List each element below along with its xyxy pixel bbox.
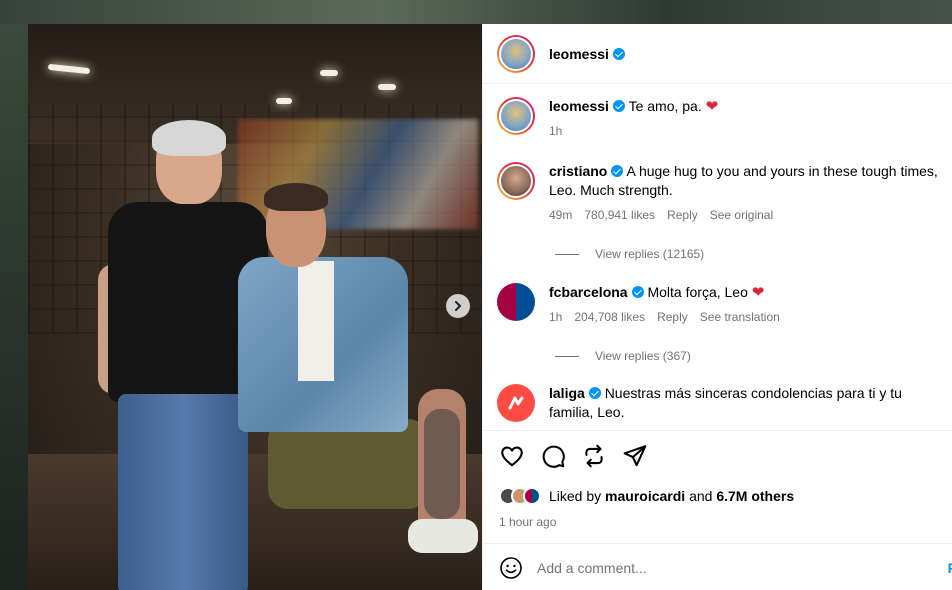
comment-reply-button[interactable]: Reply <box>667 206 698 225</box>
comment-time: 1h <box>549 310 563 324</box>
red-heart-icon: ❤ <box>751 284 765 301</box>
caption-username[interactable]: leomessi <box>549 98 625 114</box>
caption-text: Te amo, pa. <box>628 98 702 114</box>
photo-lamp <box>378 84 396 90</box>
comment-avatar[interactable] <box>497 283 535 321</box>
caption-time: 1h <box>549 124 563 138</box>
comment-avatar[interactable] <box>497 384 535 422</box>
photo-lamp <box>320 70 338 76</box>
likes-summary: Liked by mauroicardi and 6.7M others <box>499 487 794 505</box>
laliga-logo-icon <box>508 396 524 410</box>
replies-divider <box>555 355 579 357</box>
comment-icon <box>542 445 565 468</box>
carousel-next-button[interactable] <box>446 294 470 318</box>
comment-item: cristiano A huge hug to you and yours in… <box>497 162 949 225</box>
comment-item: laliga Nuestras más sinceras condolencia… <box>497 384 949 422</box>
comment-input[interactable] <box>537 559 917 576</box>
view-replies-button[interactable]: View replies (367) <box>555 349 691 363</box>
comment-text: Molta força, Leo <box>647 284 748 300</box>
comment-composer: P <box>483 543 952 590</box>
comment-username[interactable]: laliga <box>549 385 601 401</box>
comment-reply-button[interactable]: Reply <box>657 308 688 327</box>
photo-person-messi <box>238 179 482 590</box>
likes-prefix: Liked by <box>549 488 602 504</box>
caption-avatar[interactable] <box>497 97 535 135</box>
view-replies-label: View replies (12165) <box>595 247 705 261</box>
comments-list: leomessi Te amo, pa. ❤ 1h cristiano A hu… <box>483 85 952 430</box>
caption-item: leomessi Te amo, pa. ❤ 1h <box>497 97 949 141</box>
likes-conj: and <box>689 488 713 504</box>
author-username[interactable]: leomessi <box>549 46 625 62</box>
like-button[interactable] <box>499 443 525 469</box>
comment-text: Nuestras más sinceras condolencias para … <box>549 385 902 420</box>
emoji-icon <box>500 556 522 579</box>
post-comment-button[interactable]: P <box>948 560 952 576</box>
share-icon <box>623 445 647 467</box>
red-heart-icon: ❤ <box>705 98 719 115</box>
view-replies-button[interactable]: View replies (12165) <box>555 247 704 261</box>
verified-icon <box>612 47 625 60</box>
comment-avatar[interactable] <box>497 162 535 200</box>
comment-username[interactable]: fcbarcelona <box>549 284 644 300</box>
comment-button[interactable] <box>540 443 566 469</box>
comment-likes[interactable]: 204,708 likes <box>574 308 645 327</box>
heart-icon <box>501 446 523 467</box>
verified-icon <box>612 100 625 112</box>
comment-likes[interactable]: 780,941 likes <box>584 206 655 225</box>
replies-divider <box>555 253 579 255</box>
repost-icon <box>585 444 603 468</box>
post-time: 1 hour ago <box>499 515 557 529</box>
comment-username[interactable]: cristiano <box>549 163 624 179</box>
backdrop-top-strip <box>0 0 952 24</box>
verified-icon <box>611 165 624 177</box>
repost-button[interactable] <box>581 443 607 469</box>
verified-icon <box>588 387 601 399</box>
author-avatar[interactable] <box>497 34 535 73</box>
emoji-button[interactable] <box>499 556 523 580</box>
likes-others[interactable]: 6.7M others <box>716 488 794 504</box>
photo-lamp <box>276 98 292 104</box>
comment-item: fcbarcelona Molta força, Leo ❤ 1h 204,70… <box>497 283 949 327</box>
share-button[interactable] <box>622 443 648 469</box>
comment-time: 49m <box>549 208 573 222</box>
see-translation-button[interactable]: See translation <box>700 308 780 327</box>
liker-avatar <box>523 487 541 505</box>
view-replies-label: View replies (367) <box>595 349 691 363</box>
post-actions: Liked by mauroicardi and 6.7M others 1 h… <box>483 430 952 590</box>
verified-icon <box>631 286 644 298</box>
backdrop-left-strip <box>0 24 28 590</box>
post-photo[interactable] <box>28 24 482 590</box>
chevron-right-icon <box>455 301 462 311</box>
post-header: leomessi <box>483 24 952 84</box>
post-side-panel: leomessi leomessi Te amo, pa. ❤ 1h crist… <box>482 24 952 590</box>
see-original-button[interactable]: See original <box>710 206 773 225</box>
liker-username[interactable]: mauroicardi <box>605 488 685 504</box>
